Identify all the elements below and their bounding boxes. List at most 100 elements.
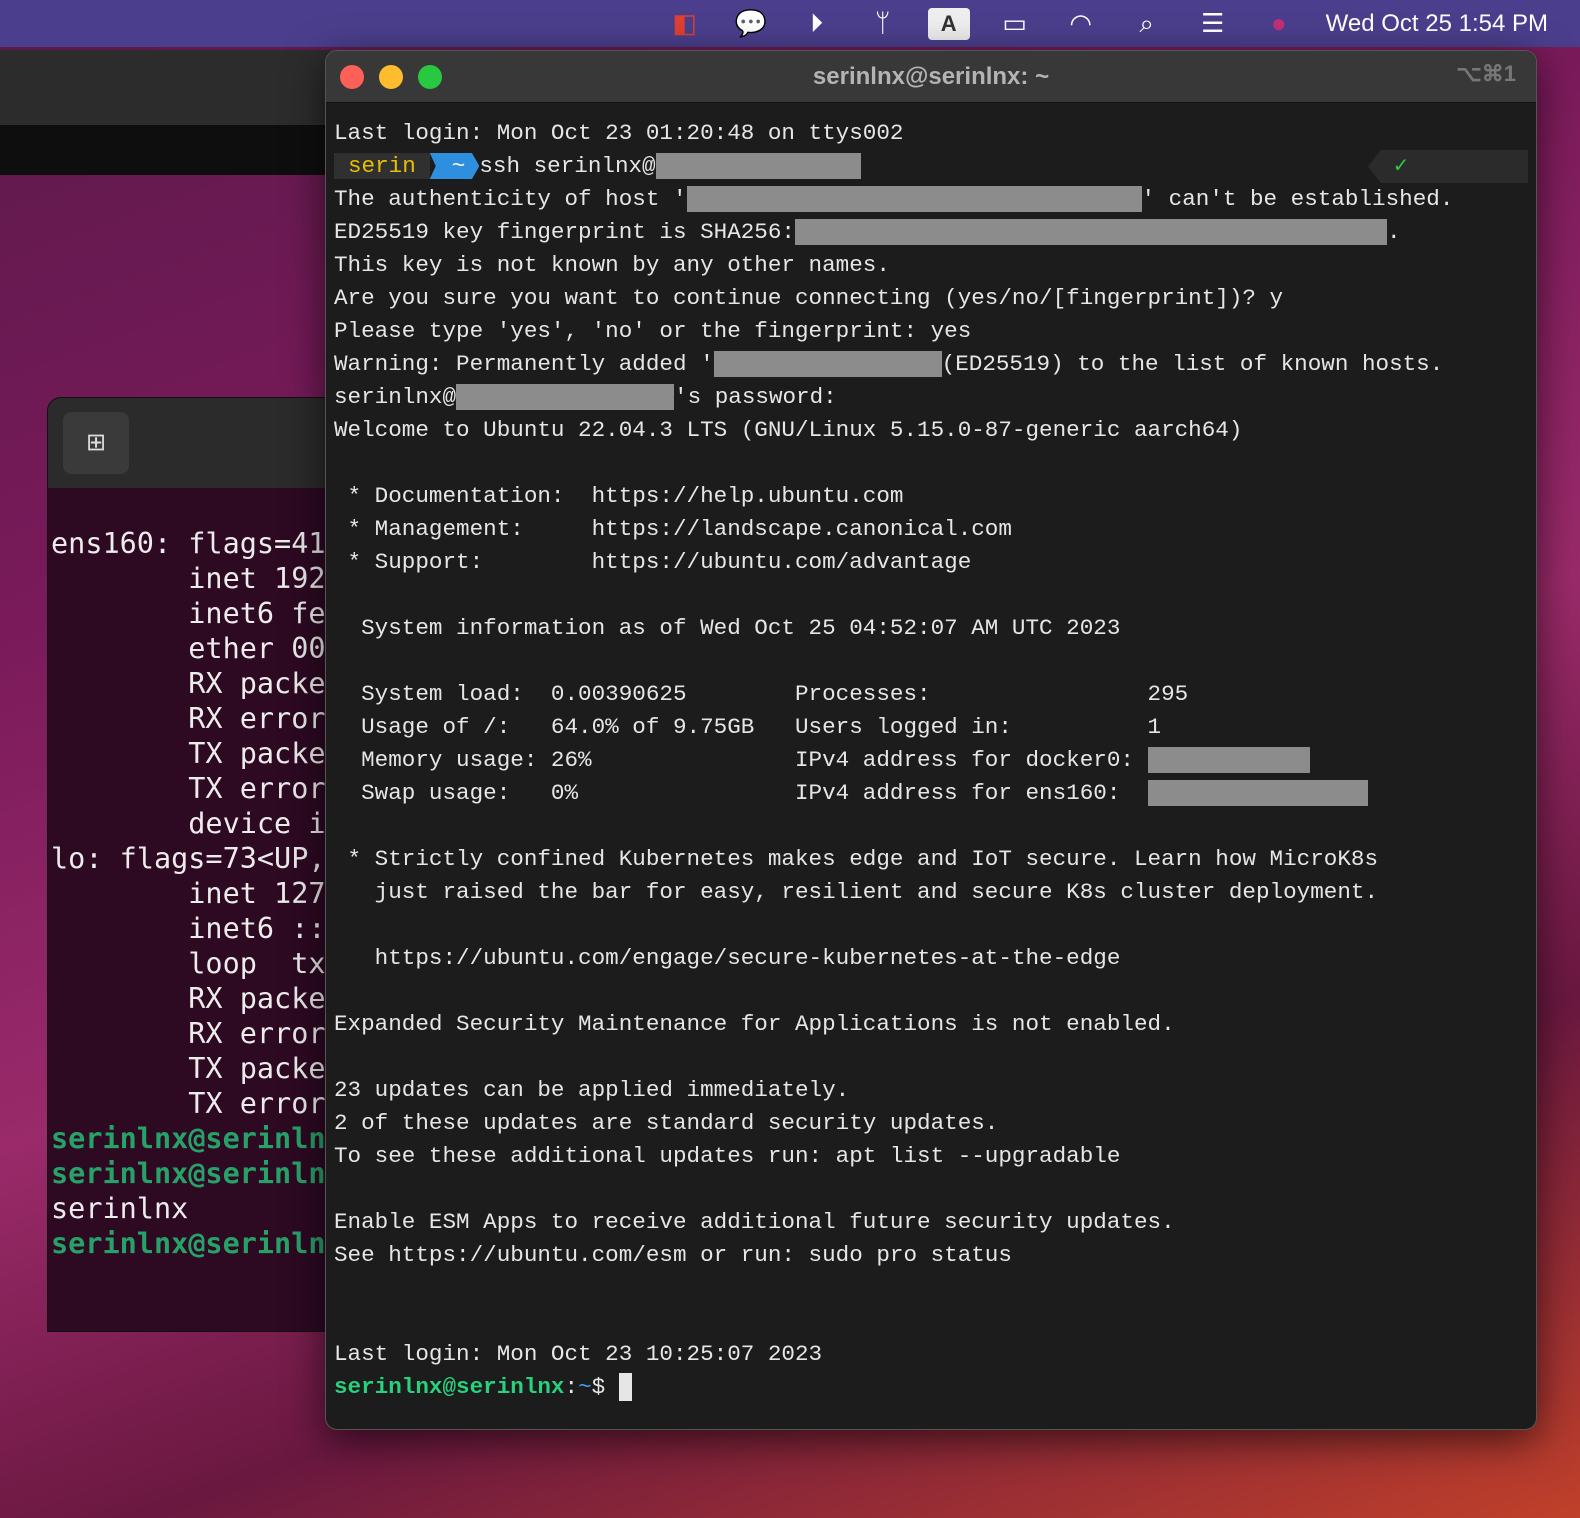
control-center-icon[interactable]: ☰	[1180, 8, 1246, 39]
line-text: serinlnx@serinln	[51, 1157, 326, 1190]
line-text: serinlnx@serinlnx	[334, 1374, 565, 1400]
wifi-icon[interactable]: ◠	[1048, 8, 1114, 39]
line-text: * Management: https://landscape.canonica…	[334, 516, 1012, 542]
messages-icon[interactable]: 💬	[718, 8, 784, 39]
redacted-block	[1147, 747, 1310, 774]
line-text: Memory usage: 26% IPv4 address for docke…	[334, 747, 1148, 773]
line-text: ether 00	[51, 632, 326, 665]
terminal-line: lo: flags=73<UP,	[51, 841, 336, 876]
prompt-user: serin	[334, 153, 430, 179]
parallels-icon[interactable]: ◧	[652, 8, 718, 39]
prompt-line: serin ~ ssh serinlnx@ ✓	[334, 150, 1536, 183]
airpods-icon[interactable]: ᛘ	[850, 8, 916, 39]
line-text: Are you sure you want to continue connec…	[334, 285, 1284, 311]
terminal-line: RX error	[51, 701, 336, 736]
redacted-block	[795, 219, 1387, 246]
terminal-line: Usage of /: 64.0% of 9.75GB Users logged…	[334, 711, 1536, 744]
line-text: Welcome to Ubuntu 22.04.3 LTS (GNU/Linux…	[334, 417, 1243, 443]
line-text: ~	[578, 1374, 592, 1400]
terminal-output[interactable]: Last login: Mon Oct 23 01:20:48 on ttys0…	[326, 57, 1536, 1404]
terminal-line: Expanded Security Maintenance for Applic…	[334, 1008, 1536, 1041]
terminal-line: ether 00	[51, 631, 336, 666]
line-text: $	[591, 1374, 619, 1400]
ubuntu-terminal-window[interactable]: ⊞ ens160: flags=41 inet 192 inet6 fe eth…	[47, 397, 337, 1332]
terminal-line: * Documentation: https://help.ubuntu.com	[334, 480, 1536, 513]
line-text: just raised the bar for easy, resilient …	[334, 879, 1379, 905]
redacted-block	[686, 186, 1142, 213]
line-text: TX error	[51, 772, 326, 805]
terminal-line: * Support: https://ubuntu.com/advantage	[334, 546, 1536, 579]
line-text: https://ubuntu.com/engage/secure-kuberne…	[334, 945, 1121, 971]
input-source-icon[interactable]: A	[916, 7, 982, 40]
terminal-line: Last login: Mon Oct 23 01:20:48 on ttys0…	[334, 117, 1536, 150]
terminal-line: ens160: flags=41	[51, 526, 336, 561]
terminal-line: inet 127	[51, 876, 336, 911]
ubuntu-terminal-output[interactable]: ens160: flags=41 inet 192 inet6 fe ether…	[48, 488, 336, 1261]
line-text: 2 of these updates are standard security…	[334, 1110, 999, 1136]
input-source-label: A	[927, 8, 970, 40]
menubar-clock[interactable]: Wed Oct 25 1:54 PM	[1326, 10, 1548, 38]
line-text: .	[1387, 219, 1401, 245]
line-text: :	[564, 1374, 579, 1400]
background-window-toolbar	[0, 125, 330, 175]
siri-icon[interactable]: ●	[1246, 8, 1312, 39]
prompt-directory: ~	[429, 153, 480, 179]
line-text: * Documentation: https://help.ubuntu.com	[334, 483, 904, 509]
prompt-command: ssh serinlnx@	[479, 153, 656, 179]
line-text: Last login: Mon Oct 23 10:25:07 2023	[334, 1341, 823, 1367]
line-text: This key is not known by any other names…	[334, 252, 890, 278]
line-text: RX error	[51, 1017, 326, 1050]
line-text: 's password:	[674, 384, 837, 410]
menu-bar: ◧ 💬 ⏵ ᛘ A ▭ ◠ ⌕ ☰ ● Wed Oct 25 1:54 PM	[0, 0, 1580, 47]
line-text: inet 127	[51, 877, 326, 910]
terminal-window[interactable]: serinlnx@serinlnx: ~ ⌥⌘1 Last login: Mon…	[325, 50, 1537, 1430]
terminal-line: * Management: https://landscape.canonica…	[334, 513, 1536, 546]
line-text: ' can't be established.	[1141, 186, 1454, 212]
line-text: * Support: https://ubuntu.com/advantage	[334, 549, 972, 575]
terminal-line: RX error	[51, 1016, 336, 1051]
line-text: serinlnx@	[334, 384, 457, 410]
terminal-line: To see these additional updates run: apt…	[334, 1140, 1536, 1173]
terminal-line: Please type 'yes', 'no' or the fingerpri…	[334, 315, 1536, 348]
play-icon[interactable]: ⏵	[784, 8, 850, 40]
terminal-line: https://ubuntu.com/engage/secure-kuberne…	[334, 942, 1536, 975]
terminal-line: inet 192	[51, 561, 336, 596]
line-text: RX error	[51, 702, 326, 735]
terminal-line: TX packe	[51, 736, 336, 771]
line-text: See https://ubuntu.com/esm or run: sudo …	[334, 1242, 1012, 1268]
line-text: System information as of Wed Oct 25 04:5…	[334, 615, 1121, 641]
line-text: device i	[51, 807, 326, 840]
cursor	[618, 1373, 632, 1402]
terminal-line: serinlnx	[51, 1191, 336, 1226]
terminal-line: TX error	[51, 1086, 336, 1121]
terminal-line: Warning: Permanently added ' (ED25519) to…	[334, 348, 1536, 381]
line-text: The authenticity of host '	[334, 186, 687, 212]
new-tab-button[interactable]: ⊞	[63, 412, 129, 474]
redacted-block	[655, 153, 861, 180]
line-text: (ED25519) to the list of known hosts.	[941, 351, 1444, 377]
terminal-line: Memory usage: 26% IPv4 address for docke…	[334, 744, 1536, 777]
line-text: inet6 ::	[51, 912, 326, 945]
new-tab-icon: ⊞	[85, 429, 107, 456]
line-text: loop tx	[51, 947, 326, 980]
line-text: TX packe	[51, 737, 326, 770]
terminal-line: System load: 0.00390625 Processes: 295	[334, 678, 1536, 711]
terminal-line: serinlnx@serinlnx:~$	[334, 1371, 1536, 1404]
terminal-line: inet6 ::	[51, 911, 336, 946]
line-text: Enable ESM Apps to receive additional fu…	[334, 1209, 1175, 1235]
line-text: Warning: Permanently added '	[334, 351, 714, 377]
terminal-line: 23 updates can be applied immediately.	[334, 1074, 1536, 1107]
line-text: TX packe	[51, 1052, 326, 1085]
line-text: lo: flags=73<UP,	[51, 842, 326, 875]
spotlight-search-icon[interactable]: ⌕	[1114, 8, 1180, 40]
line-text: ED25519 key fingerprint is SHA256:	[334, 219, 795, 245]
redacted-block	[713, 351, 942, 378]
battery-icon[interactable]: ▭	[982, 8, 1048, 39]
terminal-line: Welcome to Ubuntu 22.04.3 LTS (GNU/Linux…	[334, 414, 1536, 447]
terminal-line: RX packe	[51, 666, 336, 701]
